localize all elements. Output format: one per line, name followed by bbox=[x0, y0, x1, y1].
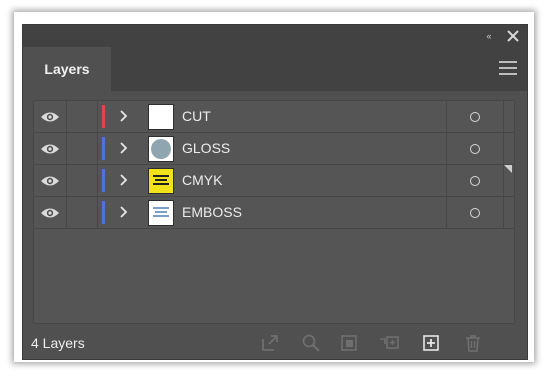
layer-color-indicator bbox=[102, 169, 105, 192]
new-layer-icon[interactable] bbox=[421, 333, 441, 353]
double-chevron-left-icon: « bbox=[486, 31, 491, 41]
chevron-right-icon[interactable] bbox=[116, 141, 130, 155]
layer-thumbnail bbox=[148, 104, 174, 130]
layer-name[interactable]: GLOSS bbox=[182, 133, 230, 164]
layer-color-indicator bbox=[102, 105, 105, 128]
target-cell[interactable] bbox=[446, 133, 504, 164]
layers-panel: « Layers CUT GLOSS CMYK EMBOSS 4 Layers bbox=[22, 24, 528, 360]
target-cell[interactable] bbox=[446, 165, 504, 196]
panel-titlebar: « bbox=[23, 25, 527, 47]
eye-icon bbox=[41, 112, 59, 121]
target-circle-icon bbox=[470, 175, 480, 186]
layer-row-gloss[interactable]: GLOSS bbox=[34, 133, 514, 165]
export-icon[interactable] bbox=[260, 333, 280, 353]
lock-toggle[interactable] bbox=[67, 101, 98, 132]
target-circle-icon bbox=[470, 111, 480, 122]
layer-color-indicator bbox=[102, 201, 105, 224]
collapse-panel-button[interactable]: « bbox=[481, 29, 495, 43]
close-panel-button[interactable] bbox=[505, 27, 521, 45]
locate-object-icon[interactable] bbox=[301, 333, 321, 353]
lock-toggle[interactable] bbox=[67, 165, 98, 196]
panel-tabbar: Layers bbox=[23, 47, 527, 91]
artwork-thumbnail-icon bbox=[153, 175, 169, 185]
selection-marker bbox=[504, 165, 512, 173]
layer-thumbnail bbox=[148, 200, 174, 226]
chevron-right-icon[interactable] bbox=[116, 173, 130, 187]
target-circle-icon bbox=[470, 143, 480, 154]
eye-icon bbox=[41, 176, 59, 185]
eye-icon bbox=[41, 208, 59, 217]
panel-menu-button[interactable] bbox=[499, 61, 517, 77]
lock-toggle[interactable] bbox=[67, 197, 98, 228]
layer-name[interactable]: EMBOSS bbox=[182, 197, 242, 228]
layer-thumbnail bbox=[148, 136, 174, 162]
visibility-toggle[interactable] bbox=[34, 165, 67, 196]
layer-count: 4 Layers bbox=[31, 335, 85, 351]
layer-row-emboss[interactable]: EMBOSS bbox=[34, 197, 514, 229]
layer-row-cut[interactable]: CUT bbox=[34, 101, 514, 133]
layer-color-indicator bbox=[102, 137, 105, 160]
layer-list: CUT GLOSS CMYK EMBOSS bbox=[33, 100, 515, 324]
visibility-toggle[interactable] bbox=[34, 101, 67, 132]
close-icon bbox=[507, 30, 519, 42]
visibility-toggle[interactable] bbox=[34, 133, 67, 164]
target-circle-icon bbox=[470, 207, 480, 218]
visibility-toggle[interactable] bbox=[34, 197, 67, 228]
tab-layers[interactable]: Layers bbox=[23, 47, 111, 91]
layer-name[interactable]: CMYK bbox=[182, 165, 222, 196]
delete-icon[interactable] bbox=[463, 333, 483, 353]
hamburger-menu-icon bbox=[499, 61, 517, 75]
layer-row-cmyk[interactable]: CMYK bbox=[34, 165, 514, 197]
tab-layers-label: Layers bbox=[44, 61, 90, 77]
chevron-right-icon[interactable] bbox=[116, 205, 130, 219]
make-clipping-mask-icon[interactable] bbox=[339, 333, 359, 353]
layer-name[interactable]: CUT bbox=[182, 101, 211, 132]
eye-icon bbox=[41, 144, 59, 153]
target-cell[interactable] bbox=[446, 101, 504, 132]
create-sublayer-icon[interactable] bbox=[379, 333, 399, 353]
panel-footer: 4 Layers bbox=[23, 327, 527, 359]
artwork-thumbnail-icon bbox=[153, 207, 169, 217]
target-cell[interactable] bbox=[446, 197, 504, 228]
chevron-right-icon[interactable] bbox=[116, 109, 130, 123]
layer-thumbnail bbox=[148, 168, 174, 194]
lock-toggle[interactable] bbox=[67, 133, 98, 164]
